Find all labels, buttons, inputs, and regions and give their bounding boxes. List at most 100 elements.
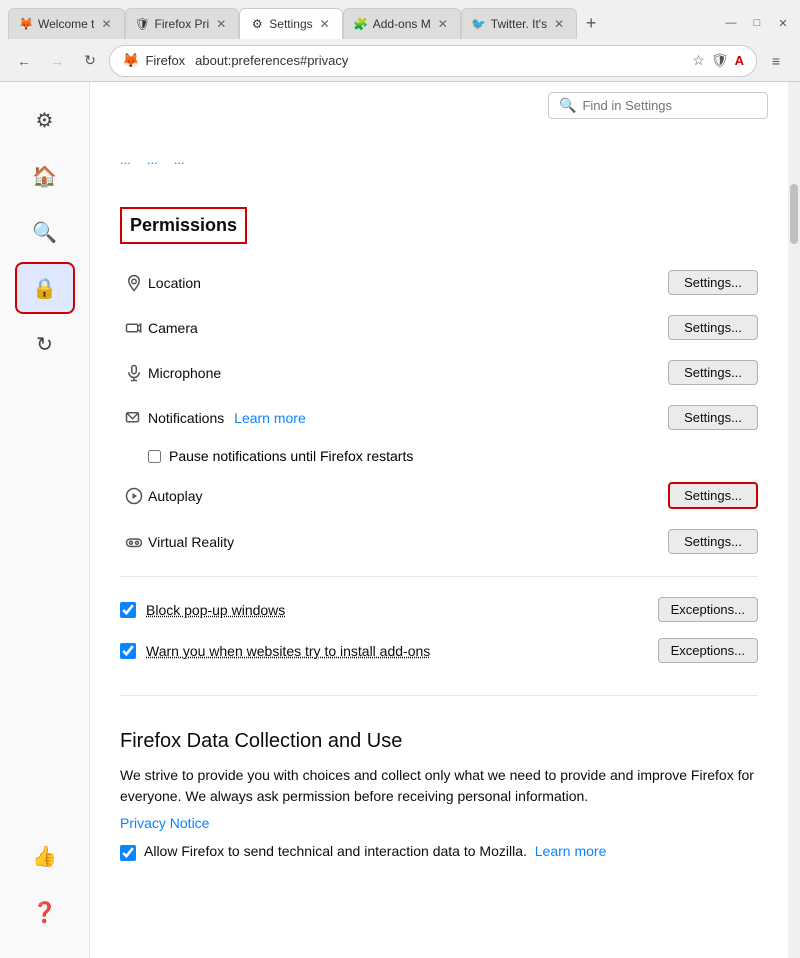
tab-ff-privacy-close[interactable]: ✕ — [214, 15, 228, 33]
virtual-reality-row: Virtual Reality Settings... — [120, 519, 758, 564]
title-bar: 🦊 Welcome t ✕ 🛡 Firefox Pri ✕ ⚙ Settings… — [0, 0, 800, 40]
autoplay-label: Autoplay — [148, 488, 668, 504]
close-button[interactable]: ✕ — [774, 14, 792, 32]
tab-ff-privacy-label: Firefox Pri — [155, 17, 210, 31]
tab-settings-icon: ⚙ — [250, 17, 264, 31]
scrollbar[interactable] — [788, 82, 800, 958]
tab-addons[interactable]: 🧩 Add-ons M ✕ — [343, 8, 461, 39]
allow-technical-learn-more[interactable]: Learn more — [535, 843, 607, 859]
sidebar-item-home[interactable]: 🏠 — [15, 150, 75, 202]
location-icon — [120, 274, 148, 292]
find-settings-input[interactable] — [582, 98, 757, 113]
back-button[interactable]: ← — [10, 47, 38, 75]
hint-link-1[interactable]: ... — [120, 152, 131, 167]
location-settings-button[interactable]: Settings... — [668, 270, 758, 295]
block-popups-row: Block pop-up windows Exceptions... — [120, 589, 758, 630]
firefox-logo-icon: 🦊 — [122, 52, 139, 69]
warn-addons-exceptions-button[interactable]: Exceptions... — [658, 638, 758, 663]
new-tab-button[interactable]: + — [577, 9, 605, 37]
tab-addons-close[interactable]: ✕ — [436, 15, 450, 33]
tab-twitter-icon: 🐦 — [472, 17, 486, 31]
sidebar-bottom: 👍 ❓ — [15, 830, 75, 946]
content-area: ⚙ 🏠 🔍 🔒 ↻ 👍 ❓ — [0, 82, 800, 958]
autoplay-settings-button[interactable]: Settings... — [668, 482, 758, 509]
address-bar[interactable]: 🦊 Firefox about:preferences#privacy ☆ 🛡 … — [109, 45, 757, 77]
tab-settings[interactable]: ⚙ Settings ✕ — [239, 8, 342, 39]
data-collection-title: Firefox Data Collection and Use — [120, 730, 758, 753]
window-controls: — □ ✕ — [722, 14, 792, 32]
block-popups-exceptions-button[interactable]: Exceptions... — [658, 597, 758, 622]
camera-icon — [120, 319, 148, 337]
tab-welcome[interactable]: 🦊 Welcome t ✕ — [8, 8, 125, 39]
hint-link-3[interactable]: ... — [174, 152, 185, 167]
nav-bar: ← → ↻ 🦊 Firefox about:preferences#privac… — [0, 40, 800, 82]
sidebar: ⚙ 🏠 🔍 🔒 ↻ 👍 ❓ — [0, 82, 90, 958]
tab-welcome-label: Welcome t — [38, 17, 94, 31]
top-hint-links: ... ... ... — [120, 152, 758, 183]
menu-button[interactable]: ≡ — [762, 47, 790, 75]
find-in-settings-bar[interactable]: 🔍 — [548, 92, 768, 119]
camera-settings-button[interactable]: Settings... — [668, 315, 758, 340]
privacy-notice-link[interactable]: Privacy Notice — [120, 815, 209, 831]
help-icon: ❓ — [32, 900, 57, 925]
tab-ff-privacy[interactable]: 🛡 Firefox Pri ✕ — [125, 8, 240, 39]
tab-twitter-label: Twitter. It's — [491, 17, 547, 31]
pause-notifications-checkbox[interactable] — [148, 450, 161, 463]
sidebar-item-search[interactable]: 🔍 — [15, 206, 75, 258]
hint-link-2[interactable]: ... — [147, 152, 158, 167]
warn-addons-row: Warn you when websites try to install ad… — [120, 630, 758, 671]
reload-button[interactable]: ↻ — [76, 47, 104, 75]
autoplay-row: Autoplay Settings... — [120, 472, 758, 519]
maximize-button[interactable]: □ — [748, 14, 766, 32]
scrollbar-thumb[interactable] — [790, 184, 798, 244]
data-collection-section: Firefox Data Collection and Use We striv… — [120, 720, 758, 871]
divider-1 — [120, 576, 758, 577]
gear-icon: ⚙ — [36, 108, 54, 133]
notifications-learn-more-link[interactable]: Learn more — [234, 410, 306, 426]
thumbsup-icon: 👍 — [32, 844, 57, 869]
forward-button[interactable]: → — [43, 47, 71, 75]
permissions-title: Permissions — [120, 207, 247, 244]
allow-technical-checkbox[interactable] — [120, 845, 136, 861]
microphone-label: Microphone — [148, 365, 668, 381]
microphone-settings-button[interactable]: Settings... — [668, 360, 758, 385]
tab-settings-close[interactable]: ✕ — [318, 15, 332, 33]
sidebar-item-help[interactable]: ❓ — [15, 886, 75, 938]
data-collection-description: We strive to provide you with choices an… — [120, 765, 758, 807]
tab-twitter[interactable]: 🐦 Twitter. It's ✕ — [461, 8, 577, 39]
block-popups-checkbox[interactable] — [120, 602, 136, 618]
browser-label: Firefox — [145, 53, 185, 68]
address-icons: ☆ 🛡 A — [692, 52, 744, 69]
pause-notifications-row: Pause notifications until Firefox restar… — [120, 440, 758, 472]
refresh-icon: ↻ — [36, 332, 53, 357]
tab-welcome-close[interactable]: ✕ — [99, 15, 113, 33]
pdf-icon[interactable]: A — [735, 53, 744, 68]
vr-settings-button[interactable]: Settings... — [668, 529, 758, 554]
location-label: Location — [148, 275, 668, 291]
page-content: 🔍 ... ... ... Permissions — [90, 82, 788, 958]
minimize-button[interactable]: — — [722, 14, 740, 32]
bookmark-icon[interactable]: ☆ — [692, 52, 705, 69]
microphone-row: Microphone Settings... — [120, 350, 758, 395]
tab-addons-icon: 🧩 — [354, 17, 368, 31]
microphone-icon — [120, 364, 148, 382]
tab-twitter-close[interactable]: ✕ — [552, 15, 566, 33]
sidebar-item-thumbsup[interactable]: 👍 — [15, 830, 75, 882]
vr-icon — [120, 533, 148, 551]
warn-addons-checkbox[interactable] — [120, 643, 136, 659]
sidebar-item-lock[interactable]: 🔒 — [15, 262, 75, 314]
search-icon: 🔍 — [32, 220, 57, 245]
sidebar-item-refresh[interactable]: ↻ — [15, 318, 75, 370]
notifications-label: Notifications Learn more — [148, 410, 668, 426]
lock-icon: 🔒 — [32, 276, 57, 301]
allow-technical-row: Allow Firefox to send technical and inte… — [120, 843, 758, 861]
shield-icon[interactable]: 🛡 — [711, 52, 729, 69]
warn-addons-label: Warn you when websites try to install ad… — [146, 643, 658, 659]
tab-addons-label: Add-ons M — [373, 17, 431, 31]
camera-label: Camera — [148, 320, 668, 336]
location-row: Location Settings... — [120, 260, 758, 305]
tab-settings-label: Settings — [269, 17, 312, 31]
allow-technical-label: Allow Firefox to send technical and inte… — [144, 843, 606, 859]
notifications-settings-button[interactable]: Settings... — [668, 405, 758, 430]
sidebar-item-settings[interactable]: ⚙ — [15, 94, 75, 146]
